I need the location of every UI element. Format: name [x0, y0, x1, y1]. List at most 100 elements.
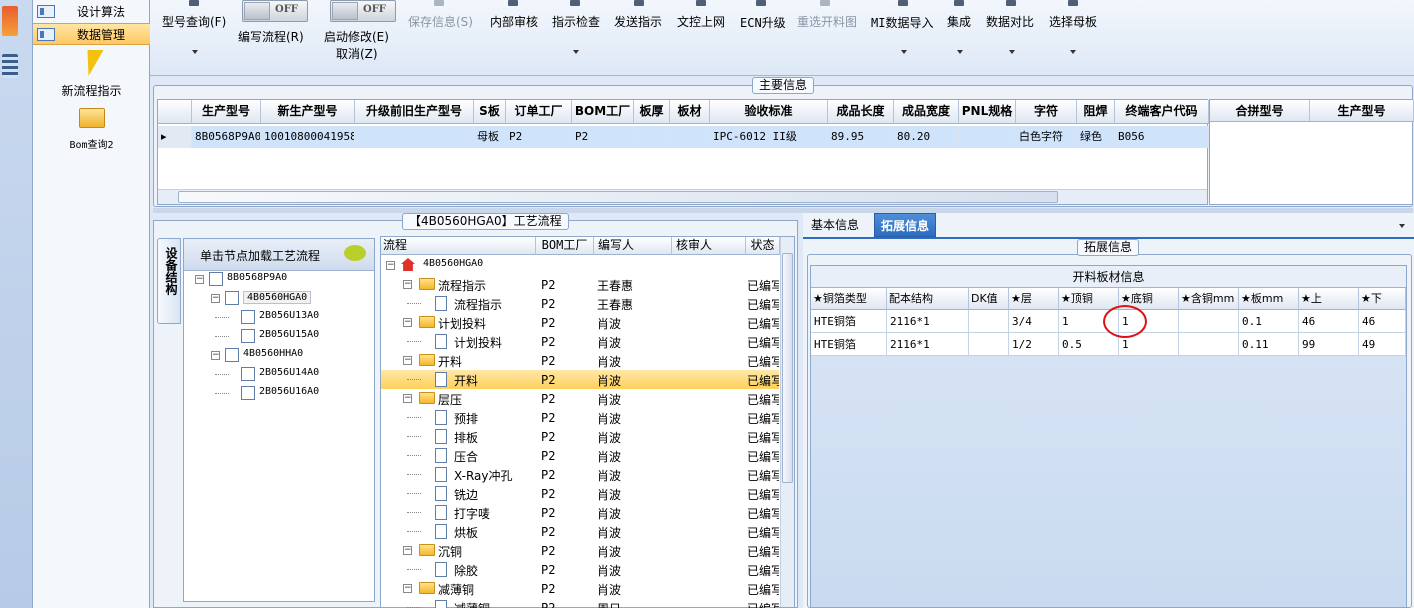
- table-cell[interactable]: [1179, 310, 1239, 332]
- collapse-toggle-icon[interactable]: −: [403, 318, 412, 327]
- table-cell[interactable]: 49: [1359, 333, 1406, 355]
- column-header[interactable]: 升级前旧生产型号: [355, 100, 474, 124]
- table-row[interactable]: 铣边 P2 肖波 已编写: [381, 484, 779, 503]
- chevron-down-icon[interactable]: [192, 50, 198, 54]
- tree-node[interactable]: − 4B0560HHA0: [183, 346, 373, 365]
- table-cell[interactable]: HTE铜箔: [811, 333, 887, 355]
- table-row[interactable]: 预排 P2 肖波 已编写: [381, 408, 779, 427]
- table-row[interactable]: − 沉铜 P2 肖波 已编写: [381, 541, 779, 560]
- table-cell[interactable]: 0.1: [1239, 310, 1299, 332]
- column-header[interactable]: 生产型号: [192, 100, 261, 124]
- cancel-button[interactable]: 取消(Z): [336, 45, 378, 62]
- column-header[interactable]: 成品宽度: [894, 100, 959, 124]
- tree-node[interactable]: − 8B0568P9A0: [183, 270, 373, 289]
- column-header[interactable]: BOM工厂: [536, 237, 594, 255]
- start-modify-toggle[interactable]: OFF: [330, 0, 396, 22]
- tree-node[interactable]: 2B056U13A0: [183, 308, 373, 327]
- column-header[interactable]: PNL规格: [959, 100, 1016, 124]
- table-cell[interactable]: 0.11: [1239, 333, 1299, 355]
- doc-upload-button[interactable]: 文控上网: [677, 13, 725, 30]
- column-header[interactable]: 验收标准: [710, 100, 828, 124]
- table-cell[interactable]: 1/2: [1009, 333, 1059, 355]
- table-row[interactable]: ▸ 8B0568P9A0 10010800041958 母板 P2 P2 IPC…: [158, 126, 1209, 148]
- chevron-down-icon[interactable]: [957, 50, 963, 54]
- internal-review-button[interactable]: 内部审核: [490, 13, 538, 30]
- column-header[interactable]: ★铜箔类型: [811, 288, 887, 310]
- equipment-structure-tab[interactable]: 设备结构: [157, 238, 181, 324]
- app-tools-icon[interactable]: [2, 6, 18, 36]
- table-cell[interactable]: [969, 333, 1009, 355]
- tree-node[interactable]: 2B056U16A0: [183, 384, 373, 403]
- bom-query-tool[interactable]: Bom查询2: [33, 108, 150, 152]
- table-cell[interactable]: 0.5: [1059, 333, 1119, 355]
- integrate-button[interactable]: 集成: [947, 13, 971, 30]
- tree-node[interactable]: 2B056U14A0: [183, 365, 373, 384]
- column-header[interactable]: 成品长度: [828, 100, 894, 124]
- tab-basic-info[interactable]: 基本信息: [805, 213, 865, 237]
- flow-root-row[interactable]: − 4B0560HGA0: [381, 256, 779, 275]
- data-compare-button[interactable]: 数据对比: [986, 13, 1034, 30]
- app-grid-icon[interactable]: [2, 54, 18, 78]
- vertical-scrollbar[interactable]: [780, 237, 794, 607]
- nav-item-data-management[interactable]: 数据管理: [33, 23, 150, 45]
- table-row[interactable]: − 减薄铜 P2 肖波 已编写: [381, 579, 779, 598]
- column-header[interactable]: 流程: [381, 237, 536, 255]
- column-header[interactable]: ★层: [1009, 288, 1059, 310]
- table-row[interactable]: − 流程指示 P2 王春惠 已编写: [381, 275, 779, 294]
- column-header[interactable]: 阻焊: [1077, 100, 1115, 124]
- collapse-toggle-icon[interactable]: −: [403, 356, 412, 365]
- table-row[interactable]: − 计划投料 P2 肖波 已编写: [381, 313, 779, 332]
- collapse-toggle-icon[interactable]: −: [211, 351, 220, 360]
- tree-node[interactable]: − 4B0560HGA0: [183, 289, 373, 308]
- column-header[interactable]: 板材: [670, 100, 710, 124]
- collapse-toggle-icon[interactable]: −: [386, 261, 395, 270]
- horizontal-scrollbar[interactable]: [158, 189, 1207, 204]
- column-header[interactable]: ★下: [1359, 288, 1406, 310]
- table-cell[interactable]: 3/4: [1009, 310, 1059, 332]
- column-header[interactable]: 订单工厂: [506, 100, 572, 124]
- column-header[interactable]: 编写人: [594, 237, 672, 255]
- chevron-down-icon[interactable]: [901, 50, 907, 54]
- table-row[interactable]: 打字唛 P2 肖波 已编写: [381, 503, 779, 522]
- chevron-down-icon[interactable]: [1009, 50, 1015, 54]
- table-row[interactable]: 除胶 P2 肖波 已编写: [381, 560, 779, 579]
- chevron-down-icon[interactable]: [1399, 224, 1405, 228]
- select-mother-board-button[interactable]: 选择母板: [1049, 13, 1097, 30]
- indicator-check-button[interactable]: 指示检查: [552, 13, 600, 30]
- column-header[interactable]: 终端客户代码: [1115, 100, 1209, 124]
- tree-node[interactable]: 2B056U15A0: [183, 327, 373, 346]
- table-cell[interactable]: 99: [1299, 333, 1359, 355]
- send-indicator-button[interactable]: 发送指示: [614, 13, 662, 30]
- column-header[interactable]: 字符: [1016, 100, 1077, 124]
- column-header[interactable]: 新生产型号: [261, 100, 355, 124]
- column-header[interactable]: ★上: [1299, 288, 1359, 310]
- table-cell[interactable]: 46: [1299, 310, 1359, 332]
- column-header[interactable]: BOM工厂: [572, 100, 634, 124]
- collapse-toggle-icon[interactable]: −: [403, 546, 412, 555]
- ecn-upgrade-button[interactable]: ECN升级: [740, 14, 786, 31]
- collapse-toggle-icon[interactable]: −: [195, 275, 204, 284]
- table-row[interactable]: X-Ray冲孔 P2 肖波 已编写: [381, 465, 779, 484]
- table-row[interactable]: HTE铜箔 2116*1 1/2 0.5 1 0.11 99 49: [811, 333, 1406, 356]
- column-header[interactable]: 状态: [746, 237, 780, 255]
- mi-import-button[interactable]: MI数据导入: [871, 14, 933, 31]
- table-row[interactable]: 计划投料 P2 肖波 已编写: [381, 332, 779, 351]
- column-header[interactable]: S板: [474, 100, 506, 124]
- column-header[interactable]: DK值: [969, 288, 1009, 310]
- table-row[interactable]: 排板 P2 肖波 已编写: [381, 427, 779, 446]
- column-header[interactable]: 板厚: [634, 100, 670, 124]
- table-cell[interactable]: [1179, 333, 1239, 355]
- table-row[interactable]: − 层压 P2 肖波 已编写: [381, 389, 779, 408]
- new-flow-indicator-tool[interactable]: 新流程指示: [33, 50, 150, 100]
- table-row[interactable]: − 开料 P2 肖波 已编写: [381, 351, 779, 370]
- table-cell[interactable]: 46: [1359, 310, 1406, 332]
- save-info-button[interactable]: 保存信息(S): [408, 13, 473, 30]
- tab-extended-info[interactable]: 拓展信息: [874, 213, 937, 237]
- collapse-toggle-icon[interactable]: −: [403, 280, 412, 289]
- scrollbar-thumb[interactable]: [178, 191, 1058, 203]
- nav-item-design-algorithm[interactable]: 设计算法: [33, 0, 150, 22]
- chevron-down-icon[interactable]: [573, 50, 579, 54]
- column-header[interactable]: 合拼型号: [1210, 100, 1310, 122]
- table-cell[interactable]: [969, 310, 1009, 332]
- table-row[interactable]: 减薄铜 P2 周日 已编写: [381, 598, 779, 608]
